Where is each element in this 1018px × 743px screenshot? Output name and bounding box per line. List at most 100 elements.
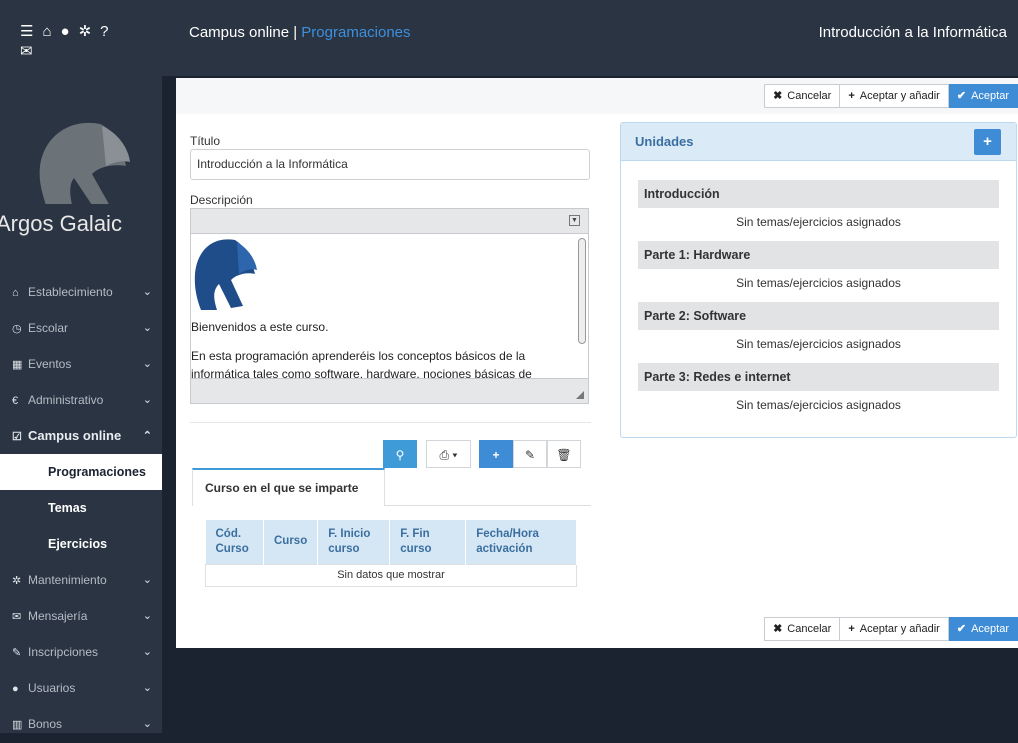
sidebar-item-label: Establecimiento: [28, 285, 113, 299]
print-icon: ⎙ ▾: [439, 448, 458, 462]
toolbar-toggle-icon[interactable]: ▼: [569, 215, 580, 226]
chat-icon[interactable]: ✉: [20, 42, 33, 62]
app-title: Campus online | Programaciones: [189, 24, 411, 41]
unit-name[interactable]: Parte 3: Redes e internet: [638, 363, 999, 391]
sidebar-item-label: Usuarios: [28, 681, 76, 695]
cancel-button[interactable]: ✖ Cancelar: [764, 617, 841, 641]
gear-icon: ✲: [12, 575, 22, 587]
column-header[interactable]: Cód. Curso: [205, 520, 264, 564]
column-header[interactable]: F. Fin curso: [389, 520, 467, 564]
sidebar-subitem-ejercicios[interactable]: Ejercicios: [0, 526, 162, 562]
sidebar-item-establecimiento[interactable]: ⌂ Establecimiento ⌄: [0, 274, 162, 310]
sidebar-item-mantenimiento[interactable]: ✲ Mantenimiento ⌄: [0, 562, 162, 598]
spartan-helmet-logo: [39, 122, 130, 212]
page-background-bottom: [162, 648, 1018, 733]
course-title: Introducción a la Informática: [818, 24, 1007, 41]
accept-button[interactable]: ✔ Aceptar: [948, 84, 1018, 108]
sidebar-subitem-temas[interactable]: Temas: [0, 490, 162, 526]
plus-icon: +: [983, 133, 992, 150]
brand-label: Argos Galaic: [0, 211, 122, 236]
column-header[interactable]: F. Inicio curso: [317, 520, 391, 564]
pencil-icon: ✎: [524, 448, 536, 462]
unit-empty-message: Sin temas/ejercicios asignados: [736, 337, 901, 351]
unit-empty-message: Sin temas/ejercicios asignados: [736, 398, 901, 412]
sidebar-subitem-programaciones[interactable]: Programaciones: [0, 454, 162, 490]
tab-underline: [385, 505, 591, 506]
resize-handle-icon[interactable]: [576, 391, 584, 399]
unit-name[interactable]: Parte 1: Hardware: [638, 241, 999, 269]
unit-item: Parte 1: Hardware Sin temas/ejercicios a…: [638, 241, 999, 303]
chevron-down-icon: ⌄: [142, 358, 152, 370]
sidebar-item-mensajeria[interactable]: ✉ Mensajería ⌄: [0, 598, 162, 634]
cancel-label: Cancelar: [787, 90, 832, 102]
help-icon[interactable]: ?: [100, 22, 108, 42]
description-paragraph-2: En esta programación aprenderéis los con…: [191, 349, 532, 378]
cancel-label: Cancelar: [787, 623, 832, 635]
chevron-down-icon: ⌄: [142, 682, 152, 694]
column-header[interactable]: Curso: [263, 520, 319, 564]
units-panel-header: Unidades +: [621, 123, 1016, 161]
sidebar-item-label: Bonos: [28, 717, 63, 731]
editor-footer: [191, 378, 588, 403]
description-editor[interactable]: ▼ Bienvenidos a este curso. En esta prog…: [190, 208, 589, 404]
user-icon[interactable]: ●: [61, 22, 70, 42]
clock-icon: ◷: [12, 323, 22, 335]
edit-row-button[interactable]: ✎: [513, 440, 547, 468]
brand-name: Argos Galaic: [0, 204, 162, 244]
accept-and-add-button[interactable]: + Aceptar y añadir: [840, 617, 949, 641]
edit-check-icon: ☑: [12, 431, 22, 443]
home-icon: ⌂: [12, 287, 19, 299]
unit-empty-message: Sin temas/ejercicios asignados: [736, 276, 901, 290]
sidebar-item-label: Inscripciones: [28, 645, 99, 659]
sidebar-item-label: Eventos: [28, 357, 72, 371]
tab-curso-imparte[interactable]: Curso en el que se imparte: [192, 468, 385, 506]
list-icon[interactable]: ☰: [20, 22, 33, 42]
accept-button[interactable]: ✔ Aceptar: [948, 617, 1018, 641]
chevron-down-icon: ⌄: [142, 574, 152, 586]
accept-add-label: Aceptar y añadir: [859, 623, 940, 635]
app-name: Campus online |: [189, 24, 302, 41]
sidebar-item-eventos[interactable]: ▦ Eventos ⌄: [0, 346, 162, 382]
gear-icon[interactable]: ✲: [79, 22, 92, 42]
home-icon[interactable]: ⌂: [42, 22, 51, 42]
courses-table: Cód. Curso Curso F. Inicio curso F. Fin …: [205, 520, 577, 587]
sidebar-item-campus-online[interactable]: ☑ Campus online ⌃: [0, 418, 162, 454]
print-button[interactable]: ⎙ ▾: [426, 440, 471, 468]
plus-icon: +: [848, 90, 855, 102]
editor-scrollbar[interactable]: [578, 238, 586, 344]
close-icon: ✖: [773, 90, 783, 102]
unit-name[interactable]: Parte 2: Software: [638, 302, 999, 330]
add-row-button[interactable]: +: [479, 440, 513, 468]
section-link[interactable]: Programaciones: [301, 24, 410, 41]
top-icons: ☰ ⌂ ● ✲? ✉: [20, 22, 165, 62]
chevron-down-icon: ⌄: [142, 610, 152, 622]
chevron-up-icon: ⌃: [142, 430, 152, 442]
delete-row-button[interactable]: 🗑: [547, 440, 581, 468]
search-button[interactable]: ⚲: [383, 440, 417, 468]
spartan-helmet-image: [194, 239, 257, 310]
editor-content[interactable]: Bienvenidos a este curso. En esta progra…: [191, 234, 576, 378]
sidebar-item-administrativo[interactable]: € Administrativo ⌄: [0, 382, 162, 418]
title-field[interactable]: Introducción a la Informática: [190, 149, 590, 180]
sidebar-item-escolar[interactable]: ◷ Escolar ⌄: [0, 310, 162, 346]
barcode-icon: ▥: [12, 719, 23, 731]
unit-item: Introducción Sin temas/ejercicios asigna…: [638, 180, 999, 242]
pencil-icon: ✎: [12, 647, 22, 659]
column-header[interactable]: Fecha/Hora activación: [465, 520, 577, 564]
unit-item: Parte 2: Software Sin temas/ejercicios a…: [638, 302, 999, 364]
check-icon: ✔: [956, 90, 967, 102]
sidebar-item-usuarios[interactable]: ● Usuarios ⌄: [0, 670, 162, 706]
accept-and-add-button[interactable]: + Aceptar y añadir: [840, 84, 949, 108]
sidebar-item-inscripciones[interactable]: ✎ Inscripciones ⌄: [0, 634, 162, 670]
top-bar: ☰ ⌂ ● ✲? ✉ Campus online | Programaciones I…: [0, 0, 1018, 76]
sidebar-item-label: Escolar: [28, 321, 69, 335]
sidebar-item-bonos[interactable]: ▥ Bonos ⌄: [0, 706, 162, 742]
accept-add-label: Aceptar y añadir: [859, 90, 940, 102]
add-unit-button[interactable]: +: [974, 129, 1001, 155]
cancel-button[interactable]: ✖ Cancelar: [764, 84, 841, 108]
plus-icon: +: [492, 448, 500, 462]
unit-empty-message: Sin temas/ejercicios asignados: [736, 215, 901, 229]
sidebar-item-label: Mantenimiento: [28, 573, 107, 587]
sidebar-item-label: Administrativo: [28, 393, 104, 407]
unit-name[interactable]: Introducción: [638, 180, 999, 208]
